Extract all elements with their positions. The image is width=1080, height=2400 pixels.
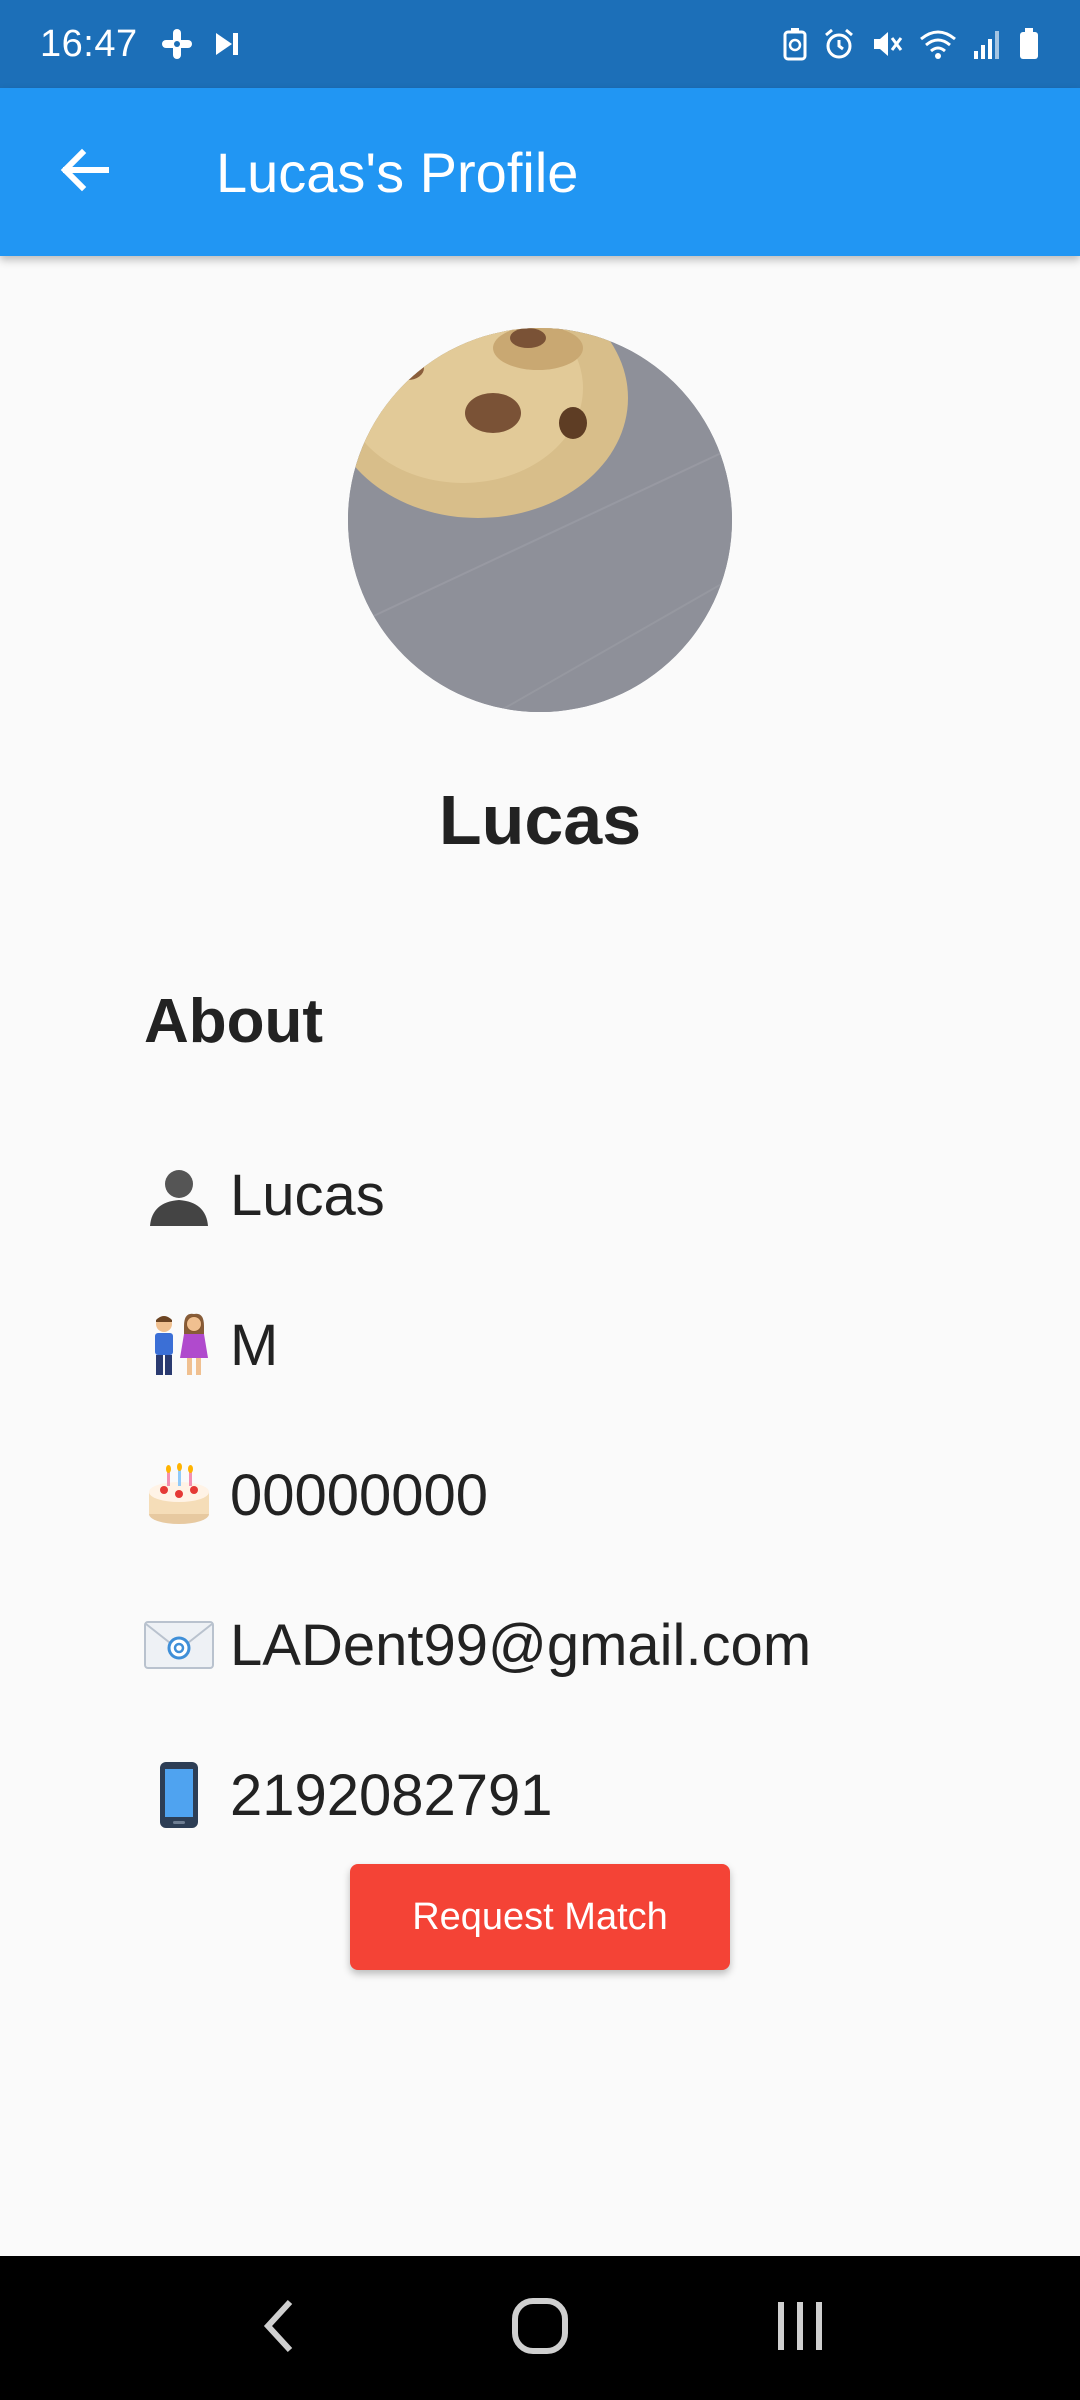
recents-nav-button[interactable] bbox=[740, 2278, 860, 2378]
slack-icon bbox=[160, 27, 194, 61]
battery-saver-icon bbox=[782, 27, 808, 61]
birthday-cake-icon bbox=[144, 1460, 214, 1530]
email-envelope-icon bbox=[144, 1610, 214, 1680]
home-nav-button[interactable] bbox=[480, 2278, 600, 2378]
info-row-birthday: 00000000 bbox=[144, 1450, 488, 1540]
status-bar: 16:47 bbox=[0, 0, 1080, 88]
wifi-icon bbox=[918, 27, 958, 61]
mobile-phone-icon bbox=[144, 1760, 214, 1830]
request-match-button[interactable]: Request Match bbox=[350, 1864, 730, 1970]
about-heading: About bbox=[144, 987, 324, 1056]
profile-avatar bbox=[348, 328, 732, 712]
info-value-phone: 2192082791 bbox=[230, 1762, 553, 1828]
info-value-gender: M bbox=[230, 1312, 279, 1378]
couple-icon bbox=[144, 1310, 214, 1380]
info-row-phone: 2192082791 bbox=[144, 1750, 553, 1840]
alarm-icon bbox=[822, 27, 856, 61]
info-row-email: LADent99@gmail.com bbox=[144, 1600, 811, 1690]
profile-screen: 16:47 Lucas's Profile Lucas About Lucas … bbox=[0, 0, 1080, 2400]
page-title: Lucas's Profile bbox=[216, 140, 579, 204]
recents-nav-icon bbox=[774, 2300, 826, 2357]
media-next-icon bbox=[212, 29, 242, 59]
bust-silhouette-icon bbox=[144, 1160, 214, 1230]
arrow-back-icon bbox=[56, 142, 112, 203]
back-nav-icon bbox=[260, 2298, 300, 2359]
profile-name: Lucas bbox=[438, 781, 642, 859]
back-nav-button[interactable] bbox=[220, 2278, 340, 2378]
home-nav-icon bbox=[510, 2296, 570, 2361]
cookie-photo bbox=[348, 328, 732, 712]
signal-icon bbox=[972, 27, 1004, 61]
back-button[interactable] bbox=[0, 88, 168, 256]
info-value-name: Lucas bbox=[230, 1162, 385, 1228]
system-nav-bar bbox=[0, 2256, 1080, 2400]
battery-icon bbox=[1018, 27, 1040, 61]
status-time: 16:47 bbox=[40, 22, 138, 65]
info-row-gender: M bbox=[144, 1300, 278, 1390]
info-row-name: Lucas bbox=[144, 1150, 385, 1240]
app-bar: Lucas's Profile bbox=[0, 88, 1080, 256]
mute-icon bbox=[870, 27, 904, 61]
info-value-email: LADent99@gmail.com bbox=[230, 1612, 812, 1678]
info-value-birthday: 00000000 bbox=[230, 1462, 489, 1528]
